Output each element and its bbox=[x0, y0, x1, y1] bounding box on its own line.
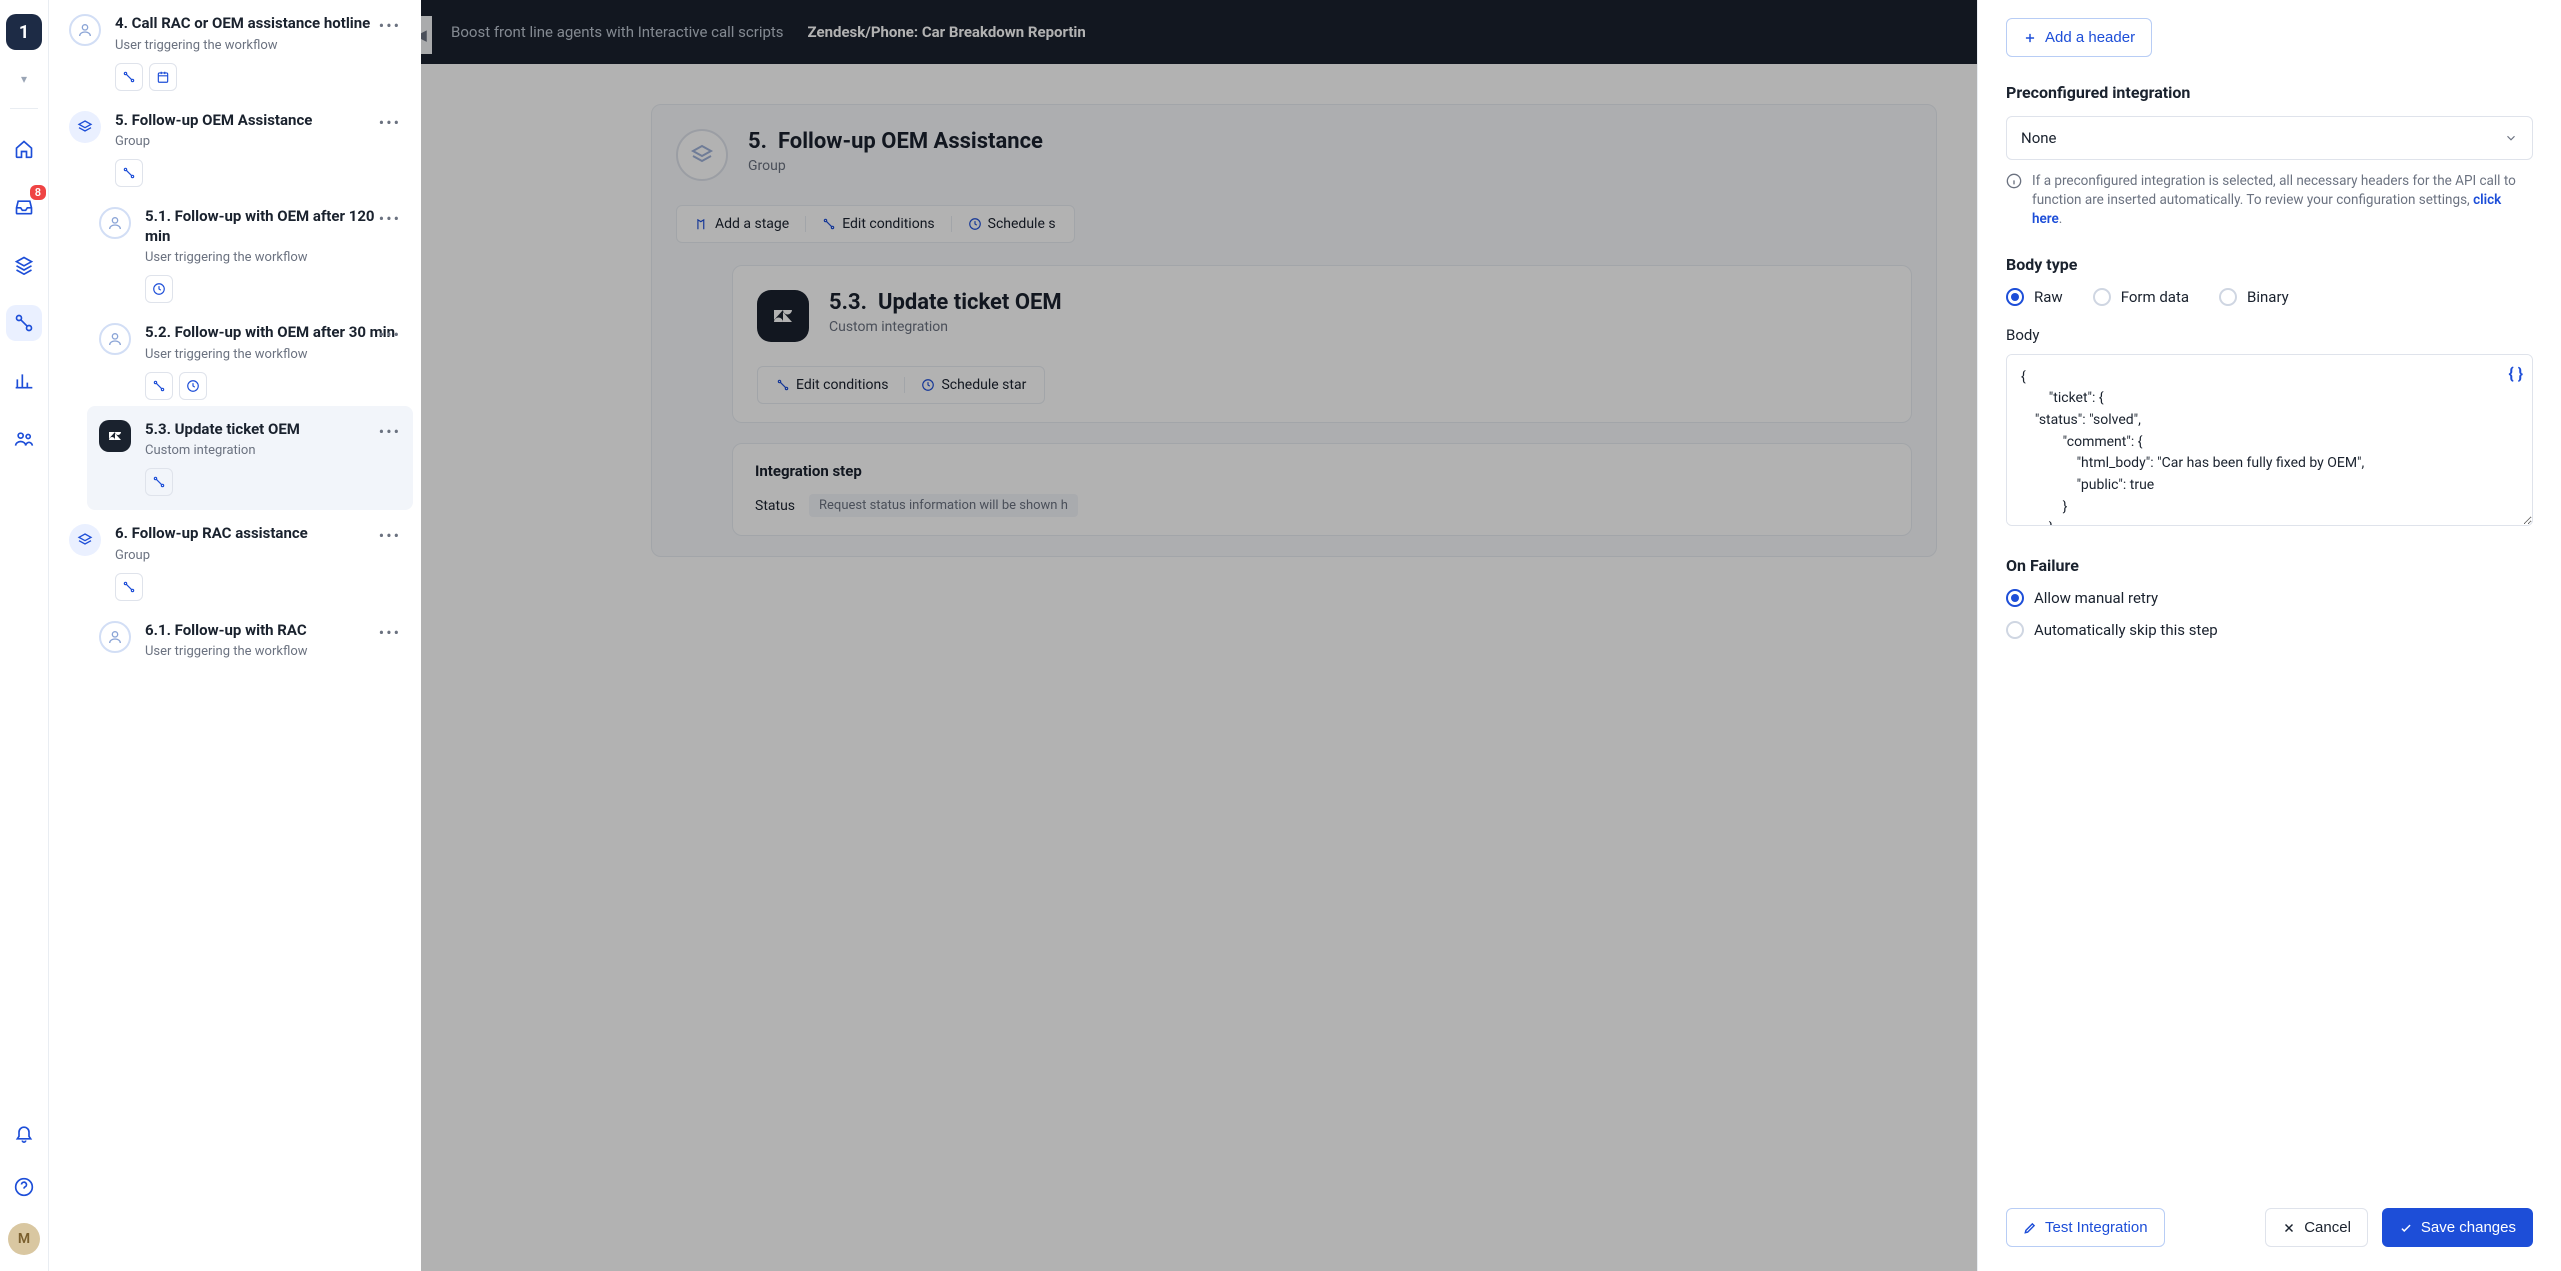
user-step-icon bbox=[99, 323, 131, 355]
step-more-icon[interactable]: ••• bbox=[379, 526, 401, 545]
nav-team[interactable] bbox=[6, 421, 42, 457]
step-item-6[interactable]: 6. Follow-up RAC assistance Group ••• bbox=[69, 510, 401, 607]
branch-chip[interactable] bbox=[115, 573, 143, 601]
branch-chip[interactable] bbox=[115, 63, 143, 91]
workflow-canvas: ◀ Boost front line agents with Interacti… bbox=[421, 0, 1977, 1271]
step-subtitle: Group bbox=[115, 134, 401, 149]
save-changes-button[interactable]: Save changes bbox=[2382, 1208, 2533, 1247]
chevron-down-icon bbox=[2504, 131, 2518, 145]
add-header-button[interactable]: Add a header bbox=[2006, 18, 2152, 57]
select-value: None bbox=[2021, 129, 2057, 147]
body-type-raw[interactable]: Raw bbox=[2006, 288, 2063, 306]
bell-icon bbox=[14, 1123, 34, 1143]
step-item-4[interactable]: 4. Call RAC or OEM assistance hotline Us… bbox=[69, 0, 401, 97]
step-more-icon[interactable]: ••• bbox=[379, 422, 401, 441]
body-type-form[interactable]: Form data bbox=[2093, 288, 2189, 306]
pencil-icon bbox=[2023, 1221, 2037, 1235]
inbox-icon bbox=[14, 197, 34, 217]
workspace-caret-icon[interactable]: ▾ bbox=[21, 72, 27, 86]
close-icon bbox=[2282, 1221, 2296, 1235]
clock-chip[interactable] bbox=[179, 372, 207, 400]
info-icon bbox=[2006, 173, 2022, 189]
branch-chip[interactable] bbox=[145, 468, 173, 496]
workspace-logo[interactable]: 1 bbox=[6, 14, 42, 50]
step-subtitle: Group bbox=[115, 548, 401, 563]
step-title: 5.2. Follow-up with OEM after 30 min bbox=[145, 323, 401, 343]
canvas-scrim bbox=[421, 0, 1977, 1271]
body-label: Body bbox=[2006, 326, 2533, 344]
step-item-5[interactable]: 5. Follow-up OEM Assistance Group ••• bbox=[69, 97, 401, 194]
step-title: 5.3. Update ticket OEM bbox=[145, 420, 401, 440]
calendar-chip[interactable] bbox=[149, 63, 177, 91]
preconfigured-info: If a preconfigured integration is select… bbox=[2006, 172, 2533, 229]
clock-chip[interactable] bbox=[145, 275, 173, 303]
step-item-5-2[interactable]: 5.2. Follow-up with OEM after 30 min Use… bbox=[99, 309, 401, 406]
nav-workflows[interactable] bbox=[6, 305, 42, 341]
body-type-group: Raw Form data Binary bbox=[2006, 288, 2533, 306]
step-item-6-1[interactable]: 6.1. Follow-up with RAC User triggering … bbox=[99, 607, 401, 666]
step-subtitle: Custom integration bbox=[145, 443, 401, 458]
preconfigured-integration-select[interactable]: None bbox=[2006, 116, 2533, 160]
step-title: 5.1. Follow-up with OEM after 120 min bbox=[145, 207, 401, 246]
analytics-icon bbox=[14, 371, 34, 391]
plus-icon bbox=[2023, 31, 2037, 45]
user-step-icon bbox=[69, 14, 101, 46]
body-type-label: Body type bbox=[2006, 255, 2533, 274]
app-rail: 1 ▾ 8 M bbox=[0, 0, 49, 1271]
test-integration-button[interactable]: Test Integration bbox=[2006, 1208, 2165, 1247]
preconfigured-integration-label: Preconfigured integration bbox=[2006, 83, 2533, 102]
inbox-badge: 8 bbox=[30, 185, 46, 200]
body-type-binary[interactable]: Binary bbox=[2219, 288, 2289, 306]
check-icon bbox=[2399, 1221, 2413, 1235]
step-item-5-3[interactable]: 5.3. Update ticket OEM Custom integratio… bbox=[87, 406, 413, 511]
on-failure-label: On Failure bbox=[2006, 556, 2533, 575]
workflow-icon bbox=[14, 313, 34, 333]
nav-analytics[interactable] bbox=[6, 363, 42, 399]
step-more-icon[interactable]: ••• bbox=[379, 325, 401, 344]
rail-separator bbox=[10, 108, 38, 109]
step-title: 4. Call RAC or OEM assistance hotline bbox=[115, 14, 401, 34]
on-failure-retry[interactable]: Allow manual retry bbox=[2006, 589, 2533, 607]
group-step-icon bbox=[69, 111, 101, 143]
step-title: 6. Follow-up RAC assistance bbox=[115, 524, 401, 544]
team-icon bbox=[14, 429, 34, 449]
on-failure-group: Allow manual retry Automatically skip th… bbox=[2006, 589, 2533, 639]
branch-chip[interactable] bbox=[115, 159, 143, 187]
step-more-icon[interactable]: ••• bbox=[379, 113, 401, 132]
nav-home[interactable] bbox=[6, 131, 42, 167]
user-step-icon bbox=[99, 207, 131, 239]
nav-layers[interactable] bbox=[6, 247, 42, 283]
home-icon bbox=[14, 139, 34, 159]
step-subtitle: User triggering the workflow bbox=[145, 347, 401, 362]
step-title: 6.1. Follow-up with RAC bbox=[145, 621, 401, 641]
nav-inbox[interactable]: 8 bbox=[6, 189, 42, 225]
step-title: 5. Follow-up OEM Assistance bbox=[115, 111, 401, 131]
on-failure-skip[interactable]: Automatically skip this step bbox=[2006, 621, 2533, 639]
step-item-5-1[interactable]: 5.1. Follow-up with OEM after 120 min Us… bbox=[99, 193, 401, 309]
nav-help[interactable] bbox=[6, 1169, 42, 1205]
nav-notifications[interactable] bbox=[6, 1115, 42, 1151]
step-more-icon[interactable]: ••• bbox=[379, 623, 401, 642]
workflow-sidebar: 4. Call RAC or OEM assistance hotline Us… bbox=[49, 0, 421, 1271]
zendesk-step-icon bbox=[99, 420, 131, 452]
step-subtitle: User triggering the workflow bbox=[145, 250, 401, 265]
help-icon bbox=[14, 1177, 34, 1197]
layers-icon bbox=[14, 255, 34, 275]
step-subtitle: User triggering the workflow bbox=[145, 644, 401, 659]
branch-chip[interactable] bbox=[145, 372, 173, 400]
step-more-icon[interactable]: ••• bbox=[379, 16, 401, 35]
integration-config-panel: Add a header Preconfigured integration N… bbox=[1977, 0, 2561, 1271]
body-textarea[interactable] bbox=[2006, 354, 2533, 526]
cancel-button[interactable]: Cancel bbox=[2265, 1208, 2368, 1247]
insert-placeholder-button[interactable]: { } bbox=[2508, 364, 2523, 383]
avatar[interactable]: M bbox=[8, 1223, 40, 1255]
group-step-icon bbox=[69, 524, 101, 556]
step-subtitle: User triggering the workflow bbox=[115, 38, 401, 53]
panel-footer: Test Integration Cancel Save changes bbox=[2006, 1180, 2533, 1247]
step-more-icon[interactable]: ••• bbox=[379, 209, 401, 228]
user-step-icon bbox=[99, 621, 131, 653]
